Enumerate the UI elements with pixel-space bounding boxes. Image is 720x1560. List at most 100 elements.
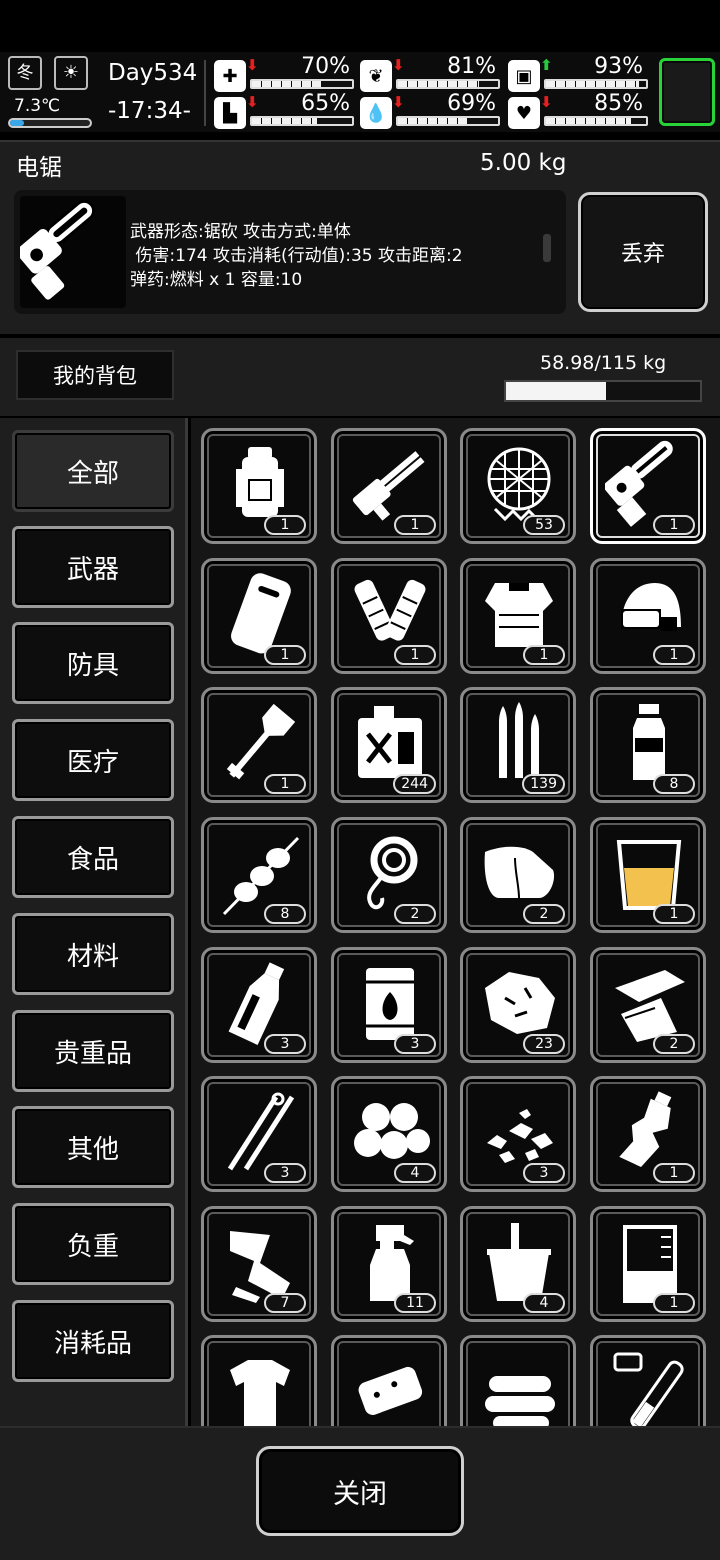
inventory-slot[interactable]: 244 (331, 687, 447, 803)
item-count: 139 (522, 774, 565, 794)
inventory-slot[interactable]: 2 (590, 947, 706, 1063)
inventory-slot[interactable]: 53 (460, 428, 576, 544)
spray-bottle-icon (370, 1225, 414, 1301)
towels-icon (485, 1376, 555, 1426)
crushed-bottle-icon (619, 1091, 672, 1168)
item-count: 1 (394, 645, 436, 665)
stat-stamina-meter (250, 116, 354, 126)
fire-barrel-icon (366, 968, 414, 1040)
meter-ticks (546, 81, 646, 87)
inventory-slot[interactable]: 3 (331, 947, 447, 1063)
medkit-icon: ✚ (214, 60, 246, 92)
rope-icon (367, 836, 418, 910)
net-icon (487, 447, 551, 523)
inventory-slot[interactable]: 2 (331, 817, 447, 933)
chainsaw-icon (16, 196, 126, 308)
inventory-slot[interactable]: 1 (460, 558, 576, 674)
inventory-slot[interactable]: 1 (590, 1076, 706, 1192)
tweezers-icon (227, 1092, 295, 1171)
winter-snow-icon: 冬 (8, 56, 42, 90)
inventory-slot[interactable]: 1 (331, 428, 447, 544)
meter-ticks (252, 118, 352, 124)
category-tab[interactable]: 其他 (12, 1106, 174, 1188)
category-tab[interactable]: 全部 (12, 430, 174, 512)
inventory-slot[interactable]: 4 (331, 1076, 447, 1192)
inventory-slot[interactable]: 2 (460, 817, 576, 933)
category-tab[interactable]: 材料 (12, 913, 174, 995)
my-backpack-tab[interactable]: 我的背包 (16, 350, 174, 400)
arrow-down-icon: ⬇ (246, 93, 259, 111)
item-count: 8 (264, 904, 306, 924)
item-count: 3 (523, 1163, 565, 1183)
stat-hunger-value: 81% (447, 54, 496, 79)
inventory-slot[interactable]: 11 (331, 1206, 447, 1322)
category-tab[interactable]: 防具 (12, 622, 174, 704)
scrap-paper-icon (615, 970, 685, 1042)
inventory-slot[interactable]: 4 (460, 1206, 576, 1322)
stat-energy-meter (544, 79, 648, 89)
inventory-slot[interactable]: 7 (201, 1206, 317, 1322)
close-button[interactable]: 关闭 (256, 1446, 464, 1536)
inventory-slot[interactable]: 23 (460, 947, 576, 1063)
helmet-icon (621, 583, 681, 631)
item-count: 7 (264, 1293, 306, 1313)
inventory-slot[interactable]: 1 (590, 1206, 706, 1322)
inventory-slot[interactable] (201, 1335, 317, 1426)
torn-shirt-icon (230, 1360, 290, 1426)
stat-health-value: 70% (301, 54, 350, 79)
drop-button[interactable]: 丢弃 (578, 192, 708, 312)
test-tube-icon (613, 1352, 684, 1426)
inventory-slot[interactable] (331, 1335, 447, 1426)
inventory-slot[interactable]: 3 (460, 1076, 576, 1192)
category-tab[interactable]: 贵重品 (12, 1010, 174, 1092)
glass-bottle-icon (228, 962, 285, 1046)
category-tab[interactable]: 食品 (12, 816, 174, 898)
ore-icon (485, 972, 555, 1034)
item-count: 1 (264, 774, 306, 794)
category-tab[interactable]: 武器 (12, 526, 174, 608)
inventory-slot[interactable]: 1 (590, 428, 706, 544)
item-count: 3 (264, 1163, 306, 1183)
backpack-weight-text: 58.98/115 kg (540, 352, 667, 374)
temperature-bar-fill (10, 120, 25, 126)
status-divider (204, 60, 206, 126)
soap-icon (358, 1366, 423, 1415)
temperature-bar (8, 118, 92, 128)
item-count: 2 (394, 904, 436, 924)
inventory-slot[interactable]: 1 (590, 558, 706, 674)
item-count: 1 (653, 515, 695, 535)
inventory-slot[interactable]: 1 (201, 687, 317, 803)
cotton-balls-icon (354, 1103, 430, 1159)
description-scrollbar[interactable] (543, 234, 551, 262)
item-count: 2 (653, 1034, 695, 1054)
inventory-grid[interactable]: 1 1 53 1 1 1 1 1 1 244 139 8 8 2 2 1 3 3… (191, 418, 720, 1426)
inventory-slot[interactable] (590, 1335, 706, 1426)
category-tab[interactable]: 医疗 (12, 719, 174, 801)
water-drop-icon: 💧 (360, 97, 392, 129)
inventory-slot[interactable]: 1 (331, 558, 447, 674)
item-count: 1 (264, 515, 306, 535)
stat-mood-value: 85% (594, 91, 643, 116)
inventory-slot[interactable]: 1 (201, 428, 317, 544)
inventory-slot[interactable]: 8 (201, 817, 317, 933)
item-count: 1 (653, 645, 695, 665)
item-count: 3 (394, 1034, 436, 1054)
inventory-slot[interactable]: 1 (590, 817, 706, 933)
backpack-weight-bar-fill (506, 382, 606, 400)
quick-slot[interactable] (659, 58, 715, 126)
item-count: 2 (523, 904, 565, 924)
inventory-slot[interactable]: 1 (201, 558, 317, 674)
item-count: 1 (394, 515, 436, 535)
inventory-slot[interactable] (460, 1335, 576, 1426)
inventory-slot[interactable]: 3 (201, 947, 317, 1063)
inventory-slot[interactable]: 3 (201, 1076, 317, 1192)
item-count: 1 (264, 645, 306, 665)
category-tab[interactable]: 消耗品 (12, 1300, 174, 1382)
inventory-slot[interactable]: 8 (590, 687, 706, 803)
boot-icon: ▙ (214, 97, 246, 129)
water-bottle-icon (633, 704, 665, 780)
category-tab[interactable]: 负重 (12, 1203, 174, 1285)
inventory-slot[interactable]: 139 (460, 687, 576, 803)
stat-thirst-value: 69% (447, 91, 496, 116)
body-armor-icon (485, 583, 553, 647)
